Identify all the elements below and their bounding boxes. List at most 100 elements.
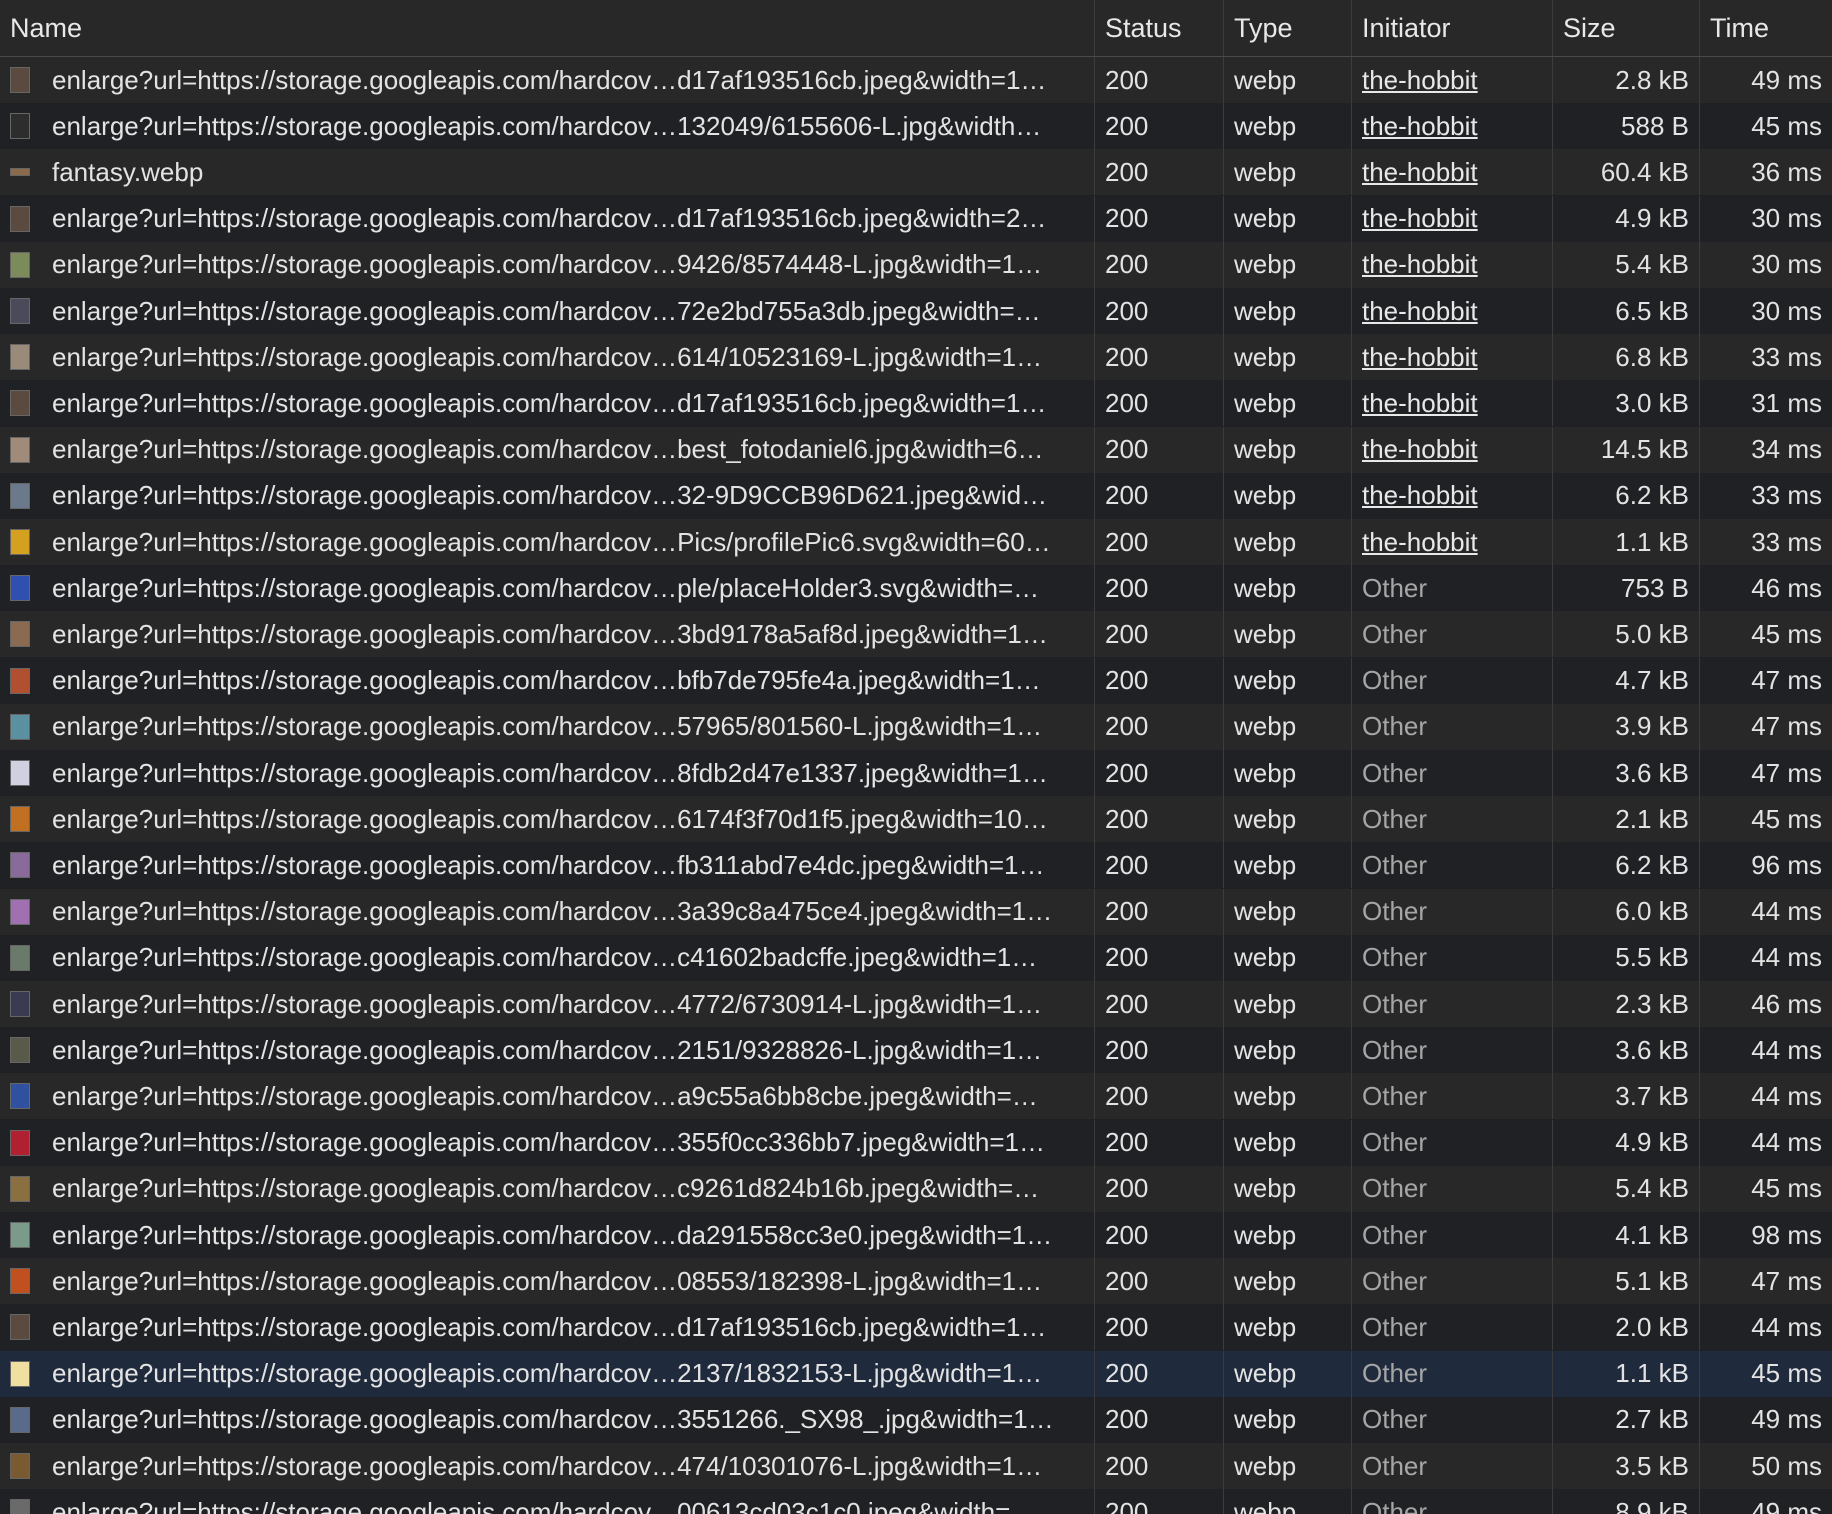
cell-size-text: 6.5 kB	[1615, 295, 1689, 326]
cell-name[interactable]: enlarge?url=https://storage.googleapis.c…	[0, 888, 1095, 935]
cell-status-text: 200	[1105, 203, 1149, 234]
table-row[interactable]: enlarge?url=https://storage.googleapis.c…	[0, 519, 1832, 565]
cell-name[interactable]: enlarge?url=https://storage.googleapis.c…	[0, 842, 1095, 889]
cell-name[interactable]: enlarge?url=https://storage.googleapis.c…	[0, 611, 1095, 658]
cell-name[interactable]: enlarge?url=https://storage.googleapis.c…	[0, 796, 1095, 843]
cell-type: webp	[1224, 519, 1352, 565]
cell-name[interactable]: enlarge?url=https://storage.googleapis.c…	[0, 1073, 1095, 1120]
table-row[interactable]: enlarge?url=https://storage.googleapis.c…	[0, 57, 1832, 103]
cell-name[interactable]: enlarge?url=https://storage.googleapis.c…	[0, 1212, 1095, 1258]
column-header-type[interactable]: Type	[1224, 0, 1352, 56]
table-row[interactable]: enlarge?url=https://storage.googleapis.c…	[0, 981, 1832, 1027]
cell-name[interactable]: enlarge?url=https://storage.googleapis.c…	[0, 657, 1095, 704]
cell-name[interactable]: enlarge?url=https://storage.googleapis.c…	[0, 750, 1095, 796]
cell-time: 44 ms	[1700, 1073, 1832, 1119]
table-row[interactable]: enlarge?url=https://storage.googleapis.c…	[0, 1350, 1832, 1397]
cell-name[interactable]: enlarge?url=https://storage.googleapis.c…	[0, 565, 1095, 612]
table-row[interactable]: enlarge?url=https://storage.googleapis.c…	[0, 1212, 1832, 1258]
cell-time-text: 98 ms	[1751, 1219, 1822, 1250]
table-row[interactable]: enlarge?url=https://storage.googleapis.c…	[0, 334, 1832, 381]
cell-time: 33 ms	[1700, 473, 1832, 519]
cell-initiator: Other	[1352, 1165, 1553, 1212]
cell-initiator-text[interactable]: the-hobbit	[1362, 527, 1478, 558]
column-header-status[interactable]: Status	[1095, 0, 1224, 56]
table-row[interactable]: enlarge?url=https://storage.googleapis.c…	[0, 1258, 1832, 1305]
cell-name[interactable]: enlarge?url=https://storage.googleapis.c…	[0, 1165, 1095, 1212]
table-row[interactable]: enlarge?url=https://storage.googleapis.c…	[0, 657, 1832, 704]
cell-initiator-text[interactable]: the-hobbit	[1362, 65, 1478, 96]
cell-name[interactable]: enlarge?url=https://storage.googleapis.c…	[0, 981, 1095, 1027]
cell-size-text: 6.2 kB	[1615, 849, 1689, 880]
table-row[interactable]: enlarge?url=https://storage.googleapis.c…	[0, 426, 1832, 473]
cell-initiator-text[interactable]: the-hobbit	[1362, 342, 1478, 373]
cell-name[interactable]: enlarge?url=https://storage.googleapis.c…	[0, 1258, 1095, 1305]
table-row[interactable]: enlarge?url=https://storage.googleapis.c…	[0, 1304, 1832, 1351]
cell-status-text: 200	[1105, 803, 1149, 834]
cell-name[interactable]: enlarge?url=https://storage.googleapis.c…	[0, 1489, 1095, 1514]
cell-name[interactable]: fantasy.webp	[0, 149, 1095, 196]
cell-name[interactable]: enlarge?url=https://storage.googleapis.c…	[0, 472, 1095, 519]
table-row[interactable]: enlarge?url=https://storage.googleapis.c…	[0, 1165, 1832, 1212]
cell-name[interactable]: enlarge?url=https://storage.googleapis.c…	[0, 195, 1095, 242]
cell-name[interactable]: enlarge?url=https://storage.googleapis.c…	[0, 1350, 1095, 1397]
column-header-time[interactable]: Time	[1700, 0, 1832, 56]
table-row[interactable]: enlarge?url=https://storage.googleapis.c…	[0, 796, 1832, 843]
table-row[interactable]: enlarge?url=https://storage.googleapis.c…	[0, 1396, 1832, 1443]
cell-name[interactable]: enlarge?url=https://storage.googleapis.c…	[0, 57, 1095, 103]
table-row[interactable]: enlarge?url=https://storage.googleapis.c…	[0, 842, 1832, 889]
cell-type: webp	[1224, 888, 1352, 935]
image-thumbnail-icon	[10, 529, 30, 555]
cell-name[interactable]: enlarge?url=https://storage.googleapis.c…	[0, 1119, 1095, 1166]
table-row[interactable]: enlarge?url=https://storage.googleapis.c…	[0, 611, 1832, 658]
cell-name[interactable]: enlarge?url=https://storage.googleapis.c…	[0, 1027, 1095, 1074]
cell-name[interactable]: enlarge?url=https://storage.googleapis.c…	[0, 288, 1095, 334]
table-row[interactable]: enlarge?url=https://storage.googleapis.c…	[0, 1027, 1832, 1074]
table-row[interactable]: enlarge?url=https://storage.googleapis.c…	[0, 703, 1832, 750]
table-row[interactable]: enlarge?url=https://storage.googleapis.c…	[0, 565, 1832, 612]
cell-initiator-text[interactable]: the-hobbit	[1362, 480, 1478, 511]
table-row[interactable]: enlarge?url=https://storage.googleapis.c…	[0, 103, 1832, 150]
image-thumbnail-icon	[10, 621, 30, 648]
cell-initiator-text[interactable]: the-hobbit	[1362, 296, 1478, 327]
cell-initiator-text[interactable]: the-hobbit	[1362, 203, 1478, 234]
cell-type-text: webp	[1234, 1450, 1297, 1481]
request-name: enlarge?url=https://storage.googleapis.c…	[52, 434, 1044, 465]
table-row[interactable]: enlarge?url=https://storage.googleapis.c…	[0, 380, 1832, 427]
column-header-size[interactable]: Size	[1553, 0, 1700, 56]
cell-name[interactable]: enlarge?url=https://storage.googleapis.c…	[0, 380, 1095, 427]
cell-name[interactable]: enlarge?url=https://storage.googleapis.c…	[0, 241, 1095, 288]
table-row[interactable]: fantasy.webp 200 webp the-hobbit 60.4 kB 36 m…	[0, 149, 1832, 196]
image-thumbnail-icon	[10, 760, 30, 786]
cell-name[interactable]: enlarge?url=https://storage.googleapis.c…	[0, 334, 1095, 381]
table-row[interactable]: enlarge?url=https://storage.googleapis.c…	[0, 934, 1832, 981]
column-header-name[interactable]: Name	[0, 0, 1095, 56]
cell-status: 200	[1095, 1443, 1224, 1489]
table-row[interactable]: enlarge?url=https://storage.googleapis.c…	[0, 288, 1832, 334]
table-row[interactable]: enlarge?url=https://storage.googleapis.c…	[0, 1489, 1832, 1514]
table-row[interactable]: enlarge?url=https://storage.googleapis.c…	[0, 241, 1832, 288]
table-row[interactable]: enlarge?url=https://storage.googleapis.c…	[0, 888, 1832, 935]
cell-name[interactable]: enlarge?url=https://storage.googleapis.c…	[0, 519, 1095, 565]
cell-initiator-text[interactable]: the-hobbit	[1362, 388, 1478, 419]
cell-initiator-text[interactable]: the-hobbit	[1362, 434, 1478, 465]
cell-size: 6.8 kB	[1553, 334, 1700, 381]
cell-name[interactable]: enlarge?url=https://storage.googleapis.c…	[0, 426, 1095, 473]
column-header-initiator[interactable]: Initiator	[1352, 0, 1553, 56]
table-row[interactable]: enlarge?url=https://storage.googleapis.c…	[0, 472, 1832, 519]
cell-name[interactable]: enlarge?url=https://storage.googleapis.c…	[0, 1443, 1095, 1489]
table-row[interactable]: enlarge?url=https://storage.googleapis.c…	[0, 1073, 1832, 1120]
cell-initiator-text[interactable]: the-hobbit	[1362, 111, 1478, 142]
cell-name[interactable]: enlarge?url=https://storage.googleapis.c…	[0, 703, 1095, 750]
request-name: enlarge?url=https://storage.googleapis.c…	[52, 1404, 1054, 1435]
table-row[interactable]: enlarge?url=https://storage.googleapis.c…	[0, 750, 1832, 796]
cell-initiator-text[interactable]: the-hobbit	[1362, 249, 1478, 280]
cell-name[interactable]: enlarge?url=https://storage.googleapis.c…	[0, 1396, 1095, 1443]
table-row[interactable]: enlarge?url=https://storage.googleapis.c…	[0, 1443, 1832, 1489]
cell-name[interactable]: enlarge?url=https://storage.googleapis.c…	[0, 1304, 1095, 1351]
table-row[interactable]: enlarge?url=https://storage.googleapis.c…	[0, 195, 1832, 242]
cell-initiator: the-hobbit	[1352, 195, 1553, 242]
cell-name[interactable]: enlarge?url=https://storage.googleapis.c…	[0, 103, 1095, 150]
cell-initiator-text[interactable]: the-hobbit	[1362, 157, 1478, 188]
table-row[interactable]: enlarge?url=https://storage.googleapis.c…	[0, 1119, 1832, 1166]
cell-name[interactable]: enlarge?url=https://storage.googleapis.c…	[0, 934, 1095, 981]
